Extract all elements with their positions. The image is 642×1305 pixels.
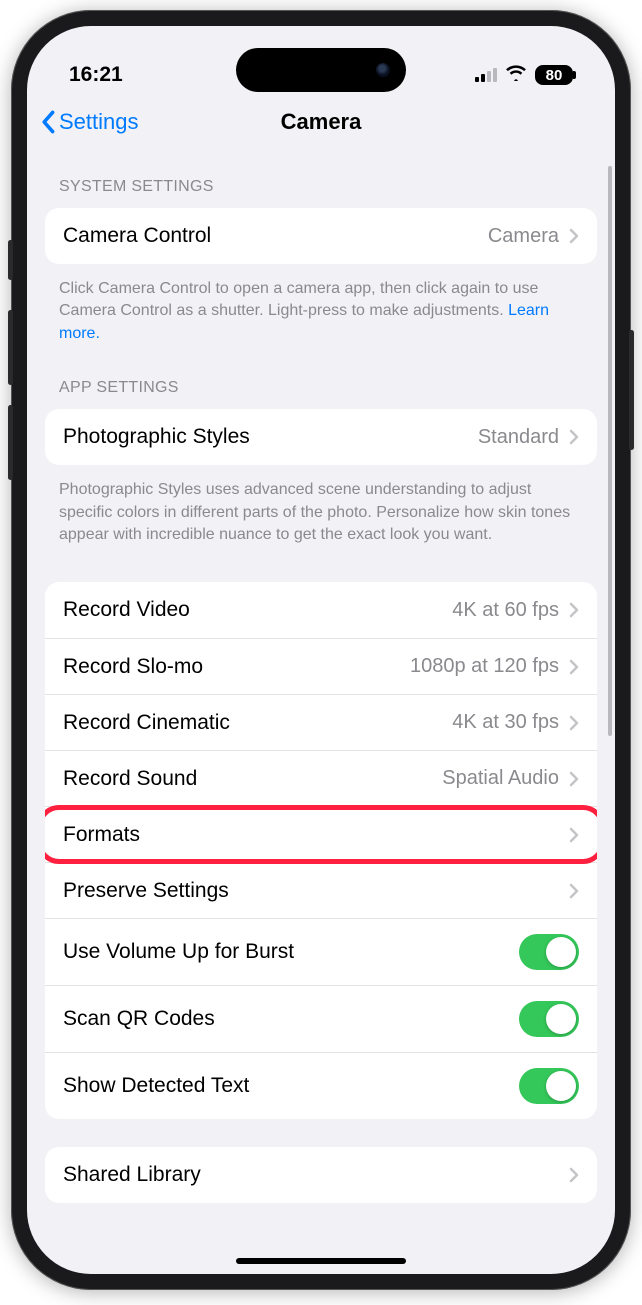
status-time: 16:21	[69, 63, 123, 87]
nav-bar: Settings Camera	[27, 96, 615, 148]
toggle-detected-text[interactable]	[519, 1068, 579, 1104]
chevron-right-icon	[569, 228, 579, 244]
cellular-icon	[475, 68, 497, 82]
section-footer-app: Photographic Styles uses advanced scene …	[27, 469, 615, 554]
row-label: Photographic Styles	[63, 425, 250, 449]
chevron-right-icon	[569, 1167, 579, 1183]
section-footer-system: Click Camera Control to open a camera ap…	[27, 268, 615, 353]
chevron-right-icon	[569, 883, 579, 899]
row-value: Camera	[488, 225, 559, 248]
toggle-volume-burst[interactable]	[519, 934, 579, 970]
row-record-video[interactable]: Record Video 4K at 60 fps	[45, 582, 597, 638]
row-record-sound[interactable]: Record Sound Spatial Audio	[45, 750, 597, 806]
row-detected-text: Show Detected Text	[45, 1052, 597, 1119]
chevron-right-icon	[569, 715, 579, 731]
section-header-system: SYSTEM SETTINGS	[27, 152, 615, 204]
row-label: Camera Control	[63, 224, 211, 248]
battery-icon: 80	[535, 65, 573, 85]
row-photographic-styles[interactable]: Photographic Styles Standard	[45, 409, 597, 465]
section-header-app: APP SETTINGS	[27, 353, 615, 405]
dynamic-island	[236, 48, 406, 92]
back-button[interactable]: Settings	[41, 109, 139, 135]
toggle-scan-qr[interactable]	[519, 1001, 579, 1037]
chevron-right-icon	[569, 771, 579, 787]
back-label: Settings	[59, 109, 139, 135]
row-scan-qr: Scan QR Codes	[45, 985, 597, 1052]
row-record-cinematic[interactable]: Record Cinematic 4K at 30 fps	[45, 694, 597, 750]
row-shared-library[interactable]: Shared Library	[45, 1147, 597, 1203]
chevron-right-icon	[569, 602, 579, 618]
row-volume-burst: Use Volume Up for Burst	[45, 918, 597, 985]
row-preserve-settings[interactable]: Preserve Settings	[45, 862, 597, 918]
row-value: Standard	[478, 426, 559, 449]
row-record-slomo[interactable]: Record Slo-mo 1080p at 120 fps	[45, 638, 597, 694]
row-formats[interactable]: Formats	[45, 806, 597, 862]
chevron-left-icon	[41, 110, 57, 134]
row-camera-control[interactable]: Camera Control Camera	[45, 208, 597, 264]
chevron-right-icon	[569, 827, 579, 843]
chevron-right-icon	[569, 429, 579, 445]
scroll-indicator[interactable]	[608, 166, 612, 736]
home-indicator[interactable]	[236, 1258, 406, 1264]
wifi-icon	[505, 63, 527, 87]
chevron-right-icon	[569, 659, 579, 675]
